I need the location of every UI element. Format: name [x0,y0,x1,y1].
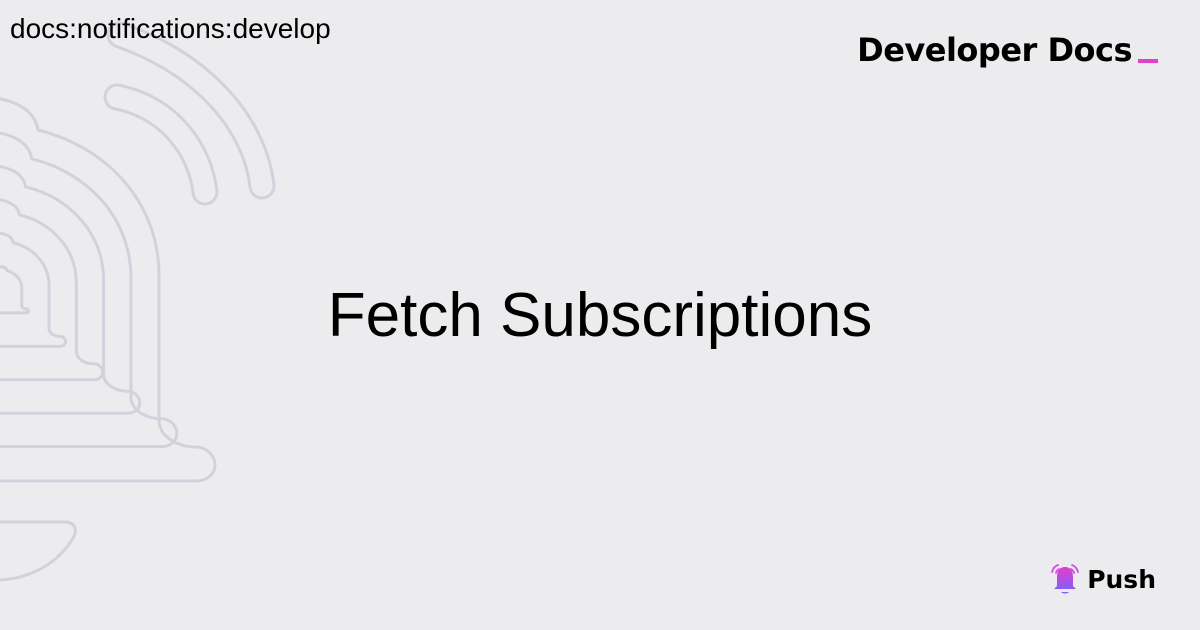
breadcrumb: docs:notifications:develop [10,13,331,44]
bell-clapper-outline [0,520,77,582]
brand-heading: Developer Docs [857,30,1158,70]
brand-label: Developer Docs [857,31,1132,69]
signal-waves-icon [103,21,276,206]
push-logo: Push [1049,562,1156,596]
cursor-underscore [1138,59,1158,63]
page-title: Fetch Subscriptions [327,281,873,350]
bell-icon [1051,564,1080,594]
logo-name: Push [1087,564,1156,594]
